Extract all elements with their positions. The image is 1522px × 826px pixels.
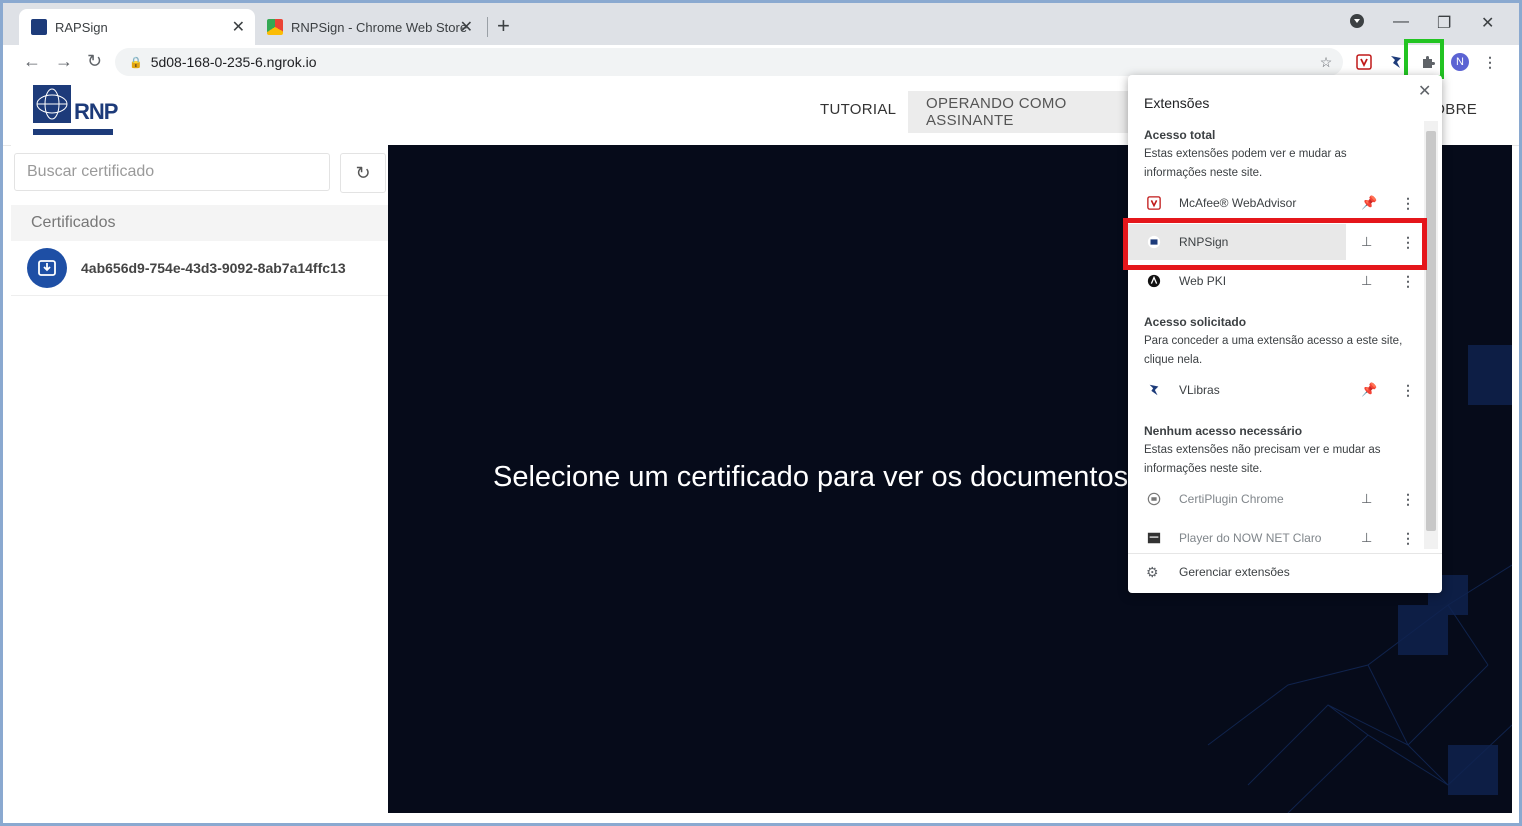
certificates-heading: Certificados bbox=[11, 205, 388, 241]
certificate-sidebar: Buscar certificado ↻ Certificados 4ab656… bbox=[11, 145, 388, 813]
tab-label: RNPSign - Chrome Web Store bbox=[291, 19, 468, 35]
pin-icon[interactable]: 📌 bbox=[1361, 382, 1377, 398]
manage-extensions-label: Gerenciar extensões bbox=[1179, 565, 1290, 579]
vlibras-icon bbox=[1146, 382, 1162, 398]
certiplugin-icon bbox=[1146, 491, 1162, 507]
unpinned-icon[interactable]: ⊥ bbox=[1361, 273, 1372, 289]
lock-icon: 🔒 bbox=[129, 56, 143, 69]
url-text: 5d08-168-0-235-6.ngrok.io bbox=[150, 54, 317, 70]
gear-icon: ⚙ bbox=[1146, 563, 1159, 580]
scrollbar-thumb[interactable] bbox=[1426, 131, 1436, 531]
address-bar[interactable]: 🔒 5d08-168-0-235-6.ngrok.io bbox=[115, 48, 1343, 76]
chrome-web-store-favicon-icon bbox=[267, 19, 283, 35]
popup-close-icon[interactable]: ✕ bbox=[1418, 81, 1431, 101]
certificate-item[interactable]: 4ab656d9-754e-43d3-9092-8ab7a14ffc13 bbox=[11, 241, 388, 296]
tab-rapsign[interactable]: RAPSign ✕ bbox=[19, 9, 255, 45]
extensions-popup: Extensões ✕ Acesso total Estas extensões… bbox=[1128, 75, 1442, 593]
chrome-menu-icon[interactable]: ⋮ bbox=[1479, 51, 1501, 73]
close-window-button[interactable]: ✕ bbox=[1481, 13, 1494, 33]
now-player-icon bbox=[1146, 530, 1162, 546]
more-options-icon[interactable]: ⋮ bbox=[1401, 195, 1415, 212]
forward-button[interactable]: → bbox=[55, 51, 73, 72]
back-button[interactable]: ← bbox=[23, 51, 41, 72]
nav-operando-como-assinante[interactable]: OPERANDO COMO ASSINANTE bbox=[908, 91, 1138, 133]
unpinned-icon[interactable]: ⊥ bbox=[1361, 491, 1372, 507]
extensions-button-highlight bbox=[1404, 39, 1444, 79]
extension-name: McAfee® WebAdvisor bbox=[1179, 196, 1297, 210]
extension-name: Web PKI bbox=[1179, 274, 1227, 288]
extension-name: Player do NOW NET Claro bbox=[1179, 531, 1322, 545]
browser-toolbar: ← → ↻ 🔒 5d08-168-0-235-6.ngrok.io ☆ N ⋮ bbox=[3, 45, 1519, 79]
more-options-icon[interactable]: ⋮ bbox=[1401, 530, 1415, 547]
bookmark-star-icon[interactable]: ☆ bbox=[1315, 51, 1337, 73]
logo-text: RNP bbox=[74, 99, 118, 124]
popup-scrollbar[interactable] bbox=[1424, 121, 1438, 549]
tab-label: RAPSign bbox=[55, 19, 108, 35]
extension-item-player-now[interactable]: Player do NOW NET Claro ⊥ ⋮ bbox=[1128, 520, 1426, 556]
rnpsign-highlight bbox=[1123, 218, 1427, 270]
extension-item-vlibras[interactable]: VLibras 📌 ⋮ bbox=[1128, 372, 1426, 408]
section-description: Estas extensões não precisam ver e mudar… bbox=[1144, 444, 1381, 475]
profile-menu-icon[interactable] bbox=[1349, 13, 1365, 34]
section-heading: Acesso solicitado bbox=[1144, 315, 1247, 329]
section-heading: Nenhum acesso necessário bbox=[1144, 424, 1303, 438]
extension-item-certiplugin[interactable]: CertiPlugin Chrome ⊥ ⋮ bbox=[1128, 481, 1426, 517]
manage-extensions-button[interactable]: ⚙ Gerenciar extensões bbox=[1128, 553, 1442, 590]
unpinned-icon[interactable]: ⊥ bbox=[1361, 530, 1372, 546]
pin-icon[interactable]: 📌 bbox=[1361, 195, 1377, 211]
section-description: Estas extensões podem ver e mudar as inf… bbox=[1144, 148, 1347, 179]
browser-window: RAPSign ✕ RNPSign - Chrome Web Store ✕ +… bbox=[0, 0, 1522, 826]
rnp-favicon-icon bbox=[31, 19, 47, 35]
popup-title: Extensões bbox=[1144, 95, 1210, 111]
mcafee-icon bbox=[1146, 195, 1162, 211]
nav-tutorial[interactable]: TUTORIAL bbox=[820, 101, 896, 118]
certificate-id: 4ab656d9-754e-43d3-9092-8ab7a14ffc13 bbox=[81, 260, 346, 276]
select-certificate-message: Selecione um certificado para ver os doc… bbox=[493, 461, 1129, 493]
rnp-logo[interactable]: RNP bbox=[33, 85, 118, 137]
more-options-icon[interactable]: ⋮ bbox=[1401, 273, 1415, 290]
new-tab-button[interactable]: + bbox=[497, 13, 510, 39]
tab-separator bbox=[487, 17, 488, 37]
more-options-icon[interactable]: ⋮ bbox=[1401, 382, 1415, 399]
mcafee-extension-icon[interactable] bbox=[1353, 51, 1375, 73]
tab-strip: RAPSign ✕ RNPSign - Chrome Web Store ✕ +… bbox=[3, 3, 1519, 45]
minimize-button[interactable]: — bbox=[1393, 13, 1409, 31]
reload-button[interactable]: ↻ bbox=[87, 51, 102, 72]
tab-chrome-web-store[interactable]: RNPSign - Chrome Web Store ✕ bbox=[255, 9, 483, 45]
extension-name: VLibras bbox=[1179, 383, 1220, 397]
refresh-button[interactable]: ↻ bbox=[340, 153, 386, 193]
profile-initial: N bbox=[1456, 56, 1464, 68]
extension-name: CertiPlugin Chrome bbox=[1179, 492, 1284, 506]
restore-button[interactable]: ❐ bbox=[1437, 13, 1451, 33]
profile-avatar[interactable]: N bbox=[1449, 51, 1471, 73]
certificate-download-icon bbox=[27, 248, 67, 288]
more-options-icon[interactable]: ⋮ bbox=[1401, 491, 1415, 508]
close-tab-icon[interactable]: ✕ bbox=[460, 17, 473, 37]
close-tab-icon[interactable]: ✕ bbox=[232, 17, 245, 37]
extension-item-mcafee[interactable]: McAfee® WebAdvisor 📌 ⋮ bbox=[1128, 185, 1426, 221]
section-description: Para conceder a uma extensão acesso a es… bbox=[1144, 335, 1403, 366]
search-certificate-input[interactable]: Buscar certificado bbox=[14, 153, 330, 191]
web-pki-icon bbox=[1146, 273, 1162, 289]
section-heading: Acesso total bbox=[1144, 128, 1216, 142]
